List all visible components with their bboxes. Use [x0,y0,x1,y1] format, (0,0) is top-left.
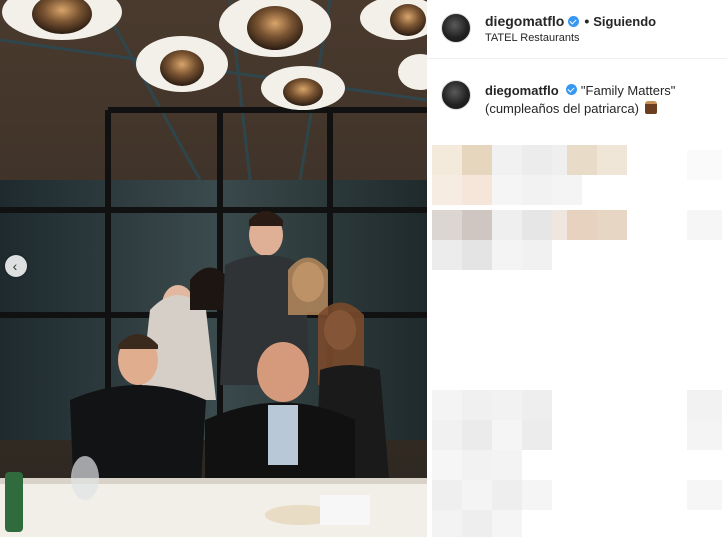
post-sidebar: diegomatflo • Siguiendo TATEL Restaurant… [427,0,727,537]
pixel-block [432,510,462,537]
pixel-block [492,480,522,510]
pixel-block [432,390,462,420]
pixel-block [492,420,522,450]
pixelation-overlay [432,145,722,537]
pixel-block [522,480,552,510]
pixel-block [492,210,522,240]
pixel-block [462,175,492,205]
caption-text-block: diegomatflo "Family Matters" (cumpleaños… [485,82,715,118]
pixel-block [492,175,522,205]
pixel-block [687,390,722,420]
pixel-block [522,210,552,240]
pixel-block [522,145,552,175]
pixel-block [432,240,462,270]
pixel-block [462,390,492,420]
location-link[interactable]: TATEL Restaurants [485,32,580,44]
pixel-block [597,145,627,175]
chevron-left-icon: ‹ [12,258,18,274]
caption-avatar[interactable] [441,80,471,110]
pixel-block [552,175,582,205]
verified-badge-icon [568,15,580,27]
pixel-block [687,150,722,180]
pixel-block [462,210,492,240]
pixel-block [522,240,552,270]
pixel-block [567,210,597,240]
pixel-block [432,175,462,205]
pixel-block [687,420,722,450]
pixel-block [597,210,627,240]
pixel-block [492,145,522,175]
pixel-block [687,210,722,240]
pixel-block [687,480,722,510]
username-link[interactable]: diegomatflo [485,13,564,29]
post-header-user: diegomatflo • Siguiendo [485,13,656,29]
pixelated-comments-area [427,125,727,537]
pixel-block [522,420,552,450]
carousel-prev-button[interactable]: ‹ [5,255,27,277]
post-header: diegomatflo • Siguiendo TATEL Restaurant… [427,0,727,59]
pixel-block [462,420,492,450]
pixel-block [492,390,522,420]
pixel-block [432,420,462,450]
pixel-block [462,450,492,480]
pixel-block [567,145,597,175]
pixel-block [492,240,522,270]
pixel-block [522,175,552,205]
pixel-block [432,450,462,480]
pixel-block [522,390,552,420]
pixel-block [432,480,462,510]
pixel-block [462,510,492,537]
pixel-block [432,210,462,240]
pixel-block [462,145,492,175]
pixel-block [492,510,522,537]
verified-badge-icon [566,84,578,95]
cake-icon [644,101,657,114]
pixel-block [492,450,522,480]
follow-button[interactable]: Siguiendo [593,14,656,29]
pixel-block [432,145,462,175]
caption-username-link[interactable]: diegomatflo [485,83,559,98]
separator-dot: • [584,13,590,29]
avatar[interactable] [441,13,471,43]
post-photo[interactable]: ‹ [0,0,427,537]
pixel-block [462,480,492,510]
photo-illustration [0,0,427,537]
pixel-block [462,240,492,270]
